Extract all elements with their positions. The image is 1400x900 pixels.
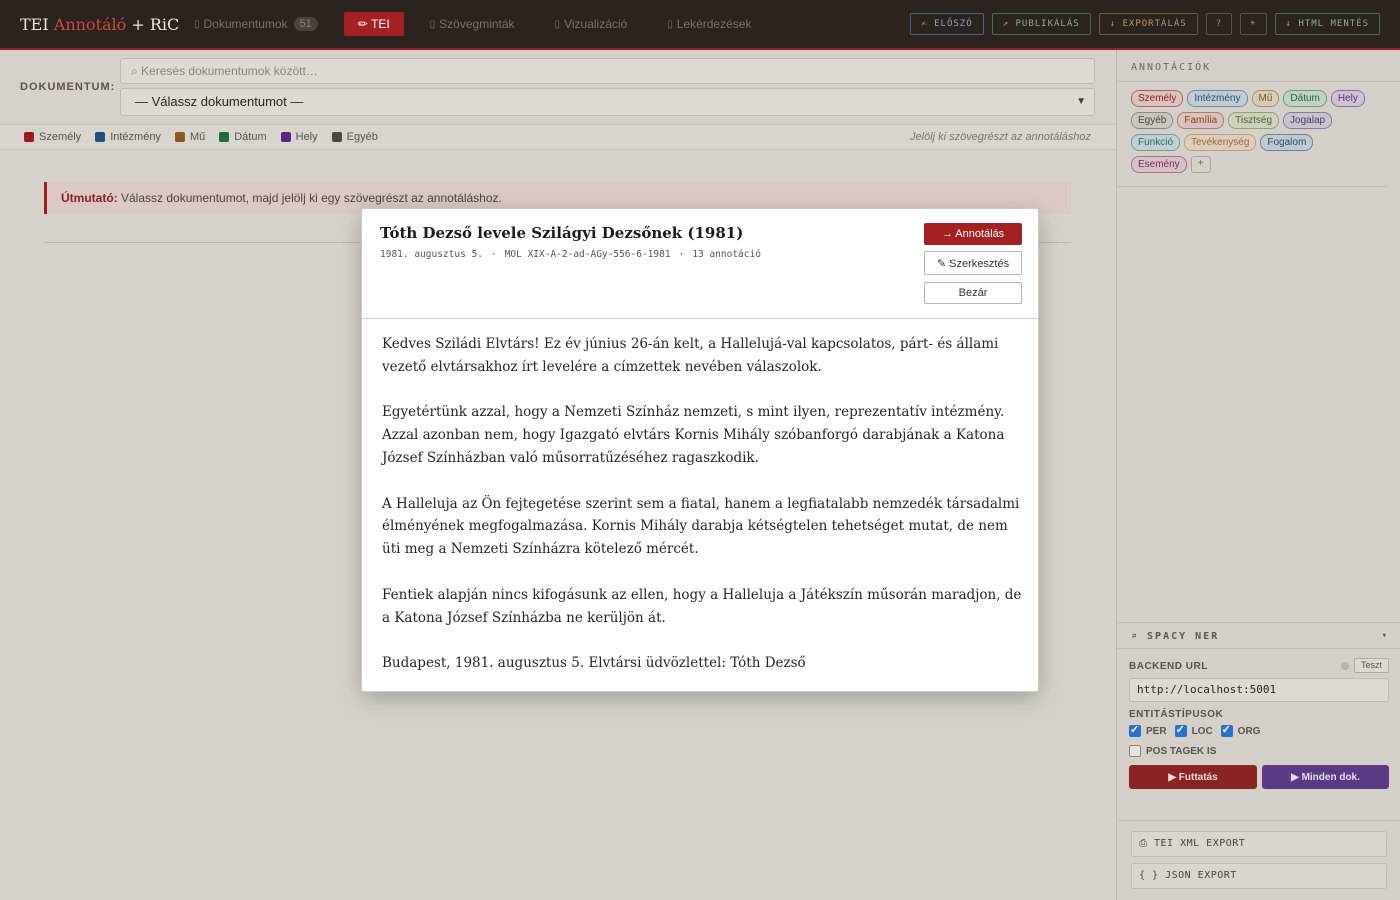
annotate-button[interactable]: → Annotálás	[924, 223, 1022, 245]
modal-meta: 1981. augusztus 5. · MOL XIX-A-2-ad-AGy-55…	[380, 249, 761, 260]
letter-paragraph: Egyetértünk azzal, hogy a Nemzeti Színhá…	[382, 404, 1005, 466]
modal-overlay[interactable]: Tóth Dezső levele Szilágyi Dezsőnek (198…	[0, 0, 1400, 900]
letter-paragraph: Fentiek alapján nincs kifogásunk az elle…	[382, 586, 1022, 626]
annotation-count: 13 annotáció	[692, 249, 761, 260]
letter-paragraph: Kedves Sziládi Elvtárs! Ez év június 26-…	[382, 336, 999, 375]
meta-separator: ·	[490, 249, 497, 260]
edit-button[interactable]: ✎ Szerkesztés	[924, 251, 1022, 275]
document-preview-modal: Tóth Dezső levele Szilágyi Dezsőnek (198…	[361, 208, 1039, 692]
modal-header: Tóth Dezső levele Szilágyi Dezsőnek (198…	[362, 209, 1038, 319]
document-signature: MOL XIX-A-2-ad-AGy-556-6-1981	[504, 249, 671, 260]
modal-body-text: Kedves Sziládi Elvtárs! Ez év június 26-…	[382, 333, 1022, 691]
modal-title: Tóth Dezső levele Szilágyi Dezsőnek (198…	[380, 224, 744, 242]
letter-paragraph: Budapest, 1981. augusztus 5. Elvtársi üd…	[382, 655, 806, 672]
close-button[interactable]: Bezár	[924, 282, 1022, 304]
letter-paragraph: A Halleluja az Ön fejtegetése szerint se…	[382, 495, 1020, 558]
document-date: 1981. augusztus 5.	[380, 249, 483, 260]
meta-separator: ·	[678, 249, 685, 260]
